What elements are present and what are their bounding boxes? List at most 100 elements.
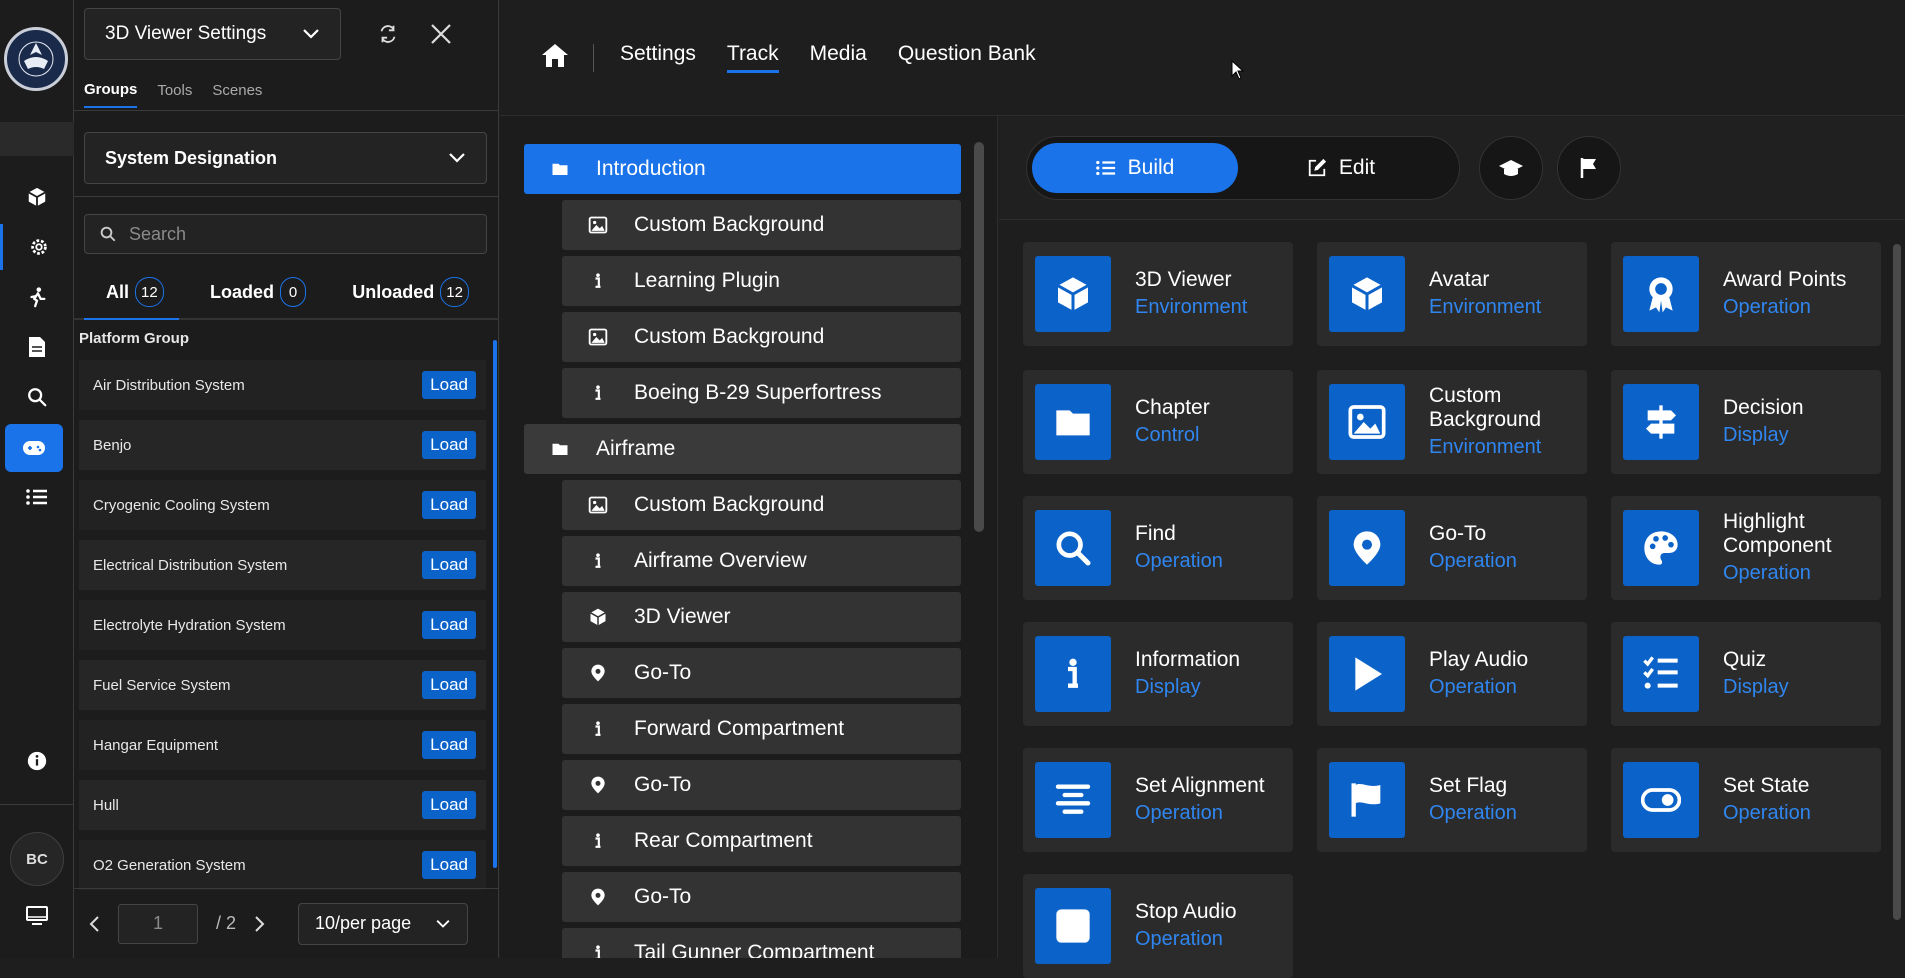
search-icon xyxy=(1035,510,1111,586)
list-icon[interactable] xyxy=(0,474,74,520)
filter-unloaded[interactable]: Unloaded 12 xyxy=(332,277,489,307)
component-card[interactable]: Information Display xyxy=(1023,622,1293,726)
tab-media[interactable]: Media xyxy=(810,42,867,73)
load-button[interactable]: Load xyxy=(422,491,476,519)
tab-tools[interactable]: Tools xyxy=(157,82,192,99)
component-card[interactable]: Stop Audio Operation xyxy=(1023,874,1293,978)
gear-icon[interactable] xyxy=(0,224,74,270)
load-button[interactable]: Load xyxy=(422,371,476,399)
search-field[interactable] xyxy=(84,214,487,254)
tree-scrollbar[interactable] xyxy=(974,142,984,532)
component-card[interactable]: Find Operation xyxy=(1023,496,1293,600)
component-card[interactable]: Decision Display xyxy=(1611,370,1881,474)
tab-scenes[interactable]: Scenes xyxy=(212,82,262,99)
component-card[interactable]: Highlight Component Operation xyxy=(1611,496,1881,600)
edit-label: Edit xyxy=(1338,156,1376,179)
close-button[interactable] xyxy=(421,14,461,54)
cube-icon[interactable] xyxy=(0,174,74,220)
component-type: Operation xyxy=(1723,562,1811,584)
flag-button[interactable] xyxy=(1557,136,1621,200)
load-button[interactable]: Load xyxy=(422,611,476,639)
load-button[interactable]: Load xyxy=(422,431,476,459)
build-button[interactable]: Build xyxy=(1032,143,1238,193)
chevron-right-icon[interactable] xyxy=(254,915,266,933)
tree-item[interactable]: Tail Gunner Compartment xyxy=(562,928,961,958)
search-icon[interactable] xyxy=(0,374,74,420)
component-card[interactable]: Set State Operation xyxy=(1611,748,1881,852)
nav-separator xyxy=(593,44,594,72)
settings-select[interactable]: 3D Viewer Settings xyxy=(84,8,341,60)
tree-item[interactable]: Custom Background xyxy=(562,200,961,250)
component-card[interactable]: Play Audio Operation xyxy=(1317,622,1587,726)
gamepad-icon[interactable] xyxy=(5,424,63,472)
tree-item[interactable]: Airframe Overview xyxy=(562,536,961,586)
tree-item[interactable]: Go-To xyxy=(562,760,961,810)
tree-item-label: Custom Background xyxy=(634,213,825,236)
tab-track[interactable]: Track xyxy=(726,42,779,73)
component-card[interactable]: Set Alignment Operation xyxy=(1023,748,1293,852)
tab-question-bank[interactable]: Question Bank xyxy=(898,42,1036,73)
component-text: Set Flag Operation xyxy=(1429,774,1517,826)
load-button[interactable]: Load xyxy=(422,551,476,579)
component-type: Environment xyxy=(1429,296,1542,318)
learning-mode-button[interactable] xyxy=(1479,136,1543,200)
tree-item[interactable]: Forward Compartment xyxy=(562,704,961,754)
load-button[interactable]: Load xyxy=(422,791,476,819)
component-card[interactable]: Chapter Control xyxy=(1023,370,1293,474)
tree-item[interactable]: Custom Background xyxy=(562,312,961,362)
tab-settings[interactable]: Settings xyxy=(620,42,696,73)
component-card[interactable]: Award Points Operation xyxy=(1611,242,1881,346)
per-page-select[interactable]: 10/per page xyxy=(298,902,469,945)
filter-all[interactable]: All 12 xyxy=(84,277,184,307)
component-name: Award Points xyxy=(1723,268,1847,291)
component-card[interactable]: Quiz Display xyxy=(1611,622,1881,726)
tree-item[interactable]: Custom Background xyxy=(562,480,961,530)
tree-list: Introduction Custom Background Learning Pl… xyxy=(524,144,961,958)
walk-icon[interactable] xyxy=(0,274,74,320)
tree-folder[interactable]: Airframe xyxy=(524,424,961,474)
palette-scrollbar[interactable] xyxy=(1893,244,1901,920)
document-icon[interactable] xyxy=(0,324,74,370)
system-list-scrollbar[interactable] xyxy=(493,340,497,868)
tree-item[interactable]: Rear Compartment xyxy=(562,816,961,866)
component-name: Set State xyxy=(1723,774,1810,797)
search-input[interactable] xyxy=(129,223,469,245)
info-icon[interactable] xyxy=(0,738,74,784)
tree-item[interactable]: Go-To xyxy=(562,648,961,698)
image-icon xyxy=(562,495,634,515)
load-button[interactable]: Load xyxy=(422,731,476,759)
page-number-input[interactable]: 1 xyxy=(118,903,198,944)
page-total: / 2 xyxy=(216,913,237,933)
load-button[interactable]: Load xyxy=(422,851,476,879)
component-text: 3D Viewer Environment xyxy=(1135,268,1247,320)
system-name: Fuel Service System xyxy=(93,676,231,694)
component-card[interactable]: Avatar Environment xyxy=(1317,242,1587,346)
home-button[interactable] xyxy=(540,40,570,70)
tree-item[interactable]: 3D Viewer xyxy=(562,592,961,642)
tree-item-label: Tail Gunner Compartment xyxy=(634,941,875,958)
component-card[interactable]: Go-To Operation xyxy=(1317,496,1587,600)
edit-button[interactable]: Edit xyxy=(1238,143,1444,193)
tree-item[interactable]: Boeing B-29 Superfortress xyxy=(562,368,961,418)
refresh-button[interactable] xyxy=(368,14,408,54)
load-button[interactable]: Load xyxy=(422,671,476,699)
component-card[interactable]: Custom Background Environment xyxy=(1317,370,1587,474)
component-name: Chapter xyxy=(1135,396,1210,419)
avatar[interactable]: BC xyxy=(10,832,64,886)
group-select[interactable]: System Designation xyxy=(84,132,487,184)
monitor-icon[interactable] xyxy=(0,893,74,939)
filter-loaded[interactable]: Loaded 0 xyxy=(190,277,326,307)
component-text: Stop Audio Operation xyxy=(1135,900,1237,952)
tab-groups[interactable]: Groups xyxy=(84,81,138,108)
tree-item[interactable]: Learning Plugin xyxy=(562,256,961,306)
tree-item-label: Learning Plugin xyxy=(634,269,780,292)
component-name: Set Alignment xyxy=(1135,774,1265,797)
component-card[interactable]: Set Flag Operation xyxy=(1317,748,1587,852)
chevron-left-icon[interactable] xyxy=(88,915,100,933)
component-type: Operation xyxy=(1429,802,1517,824)
tree-folder[interactable]: Introduction xyxy=(524,144,961,194)
component-text: Quiz Display xyxy=(1723,648,1789,700)
tree-item[interactable]: Go-To xyxy=(562,872,961,922)
component-card[interactable]: 3D Viewer Environment xyxy=(1023,242,1293,346)
tree-item-label: Airframe Overview xyxy=(634,549,807,572)
